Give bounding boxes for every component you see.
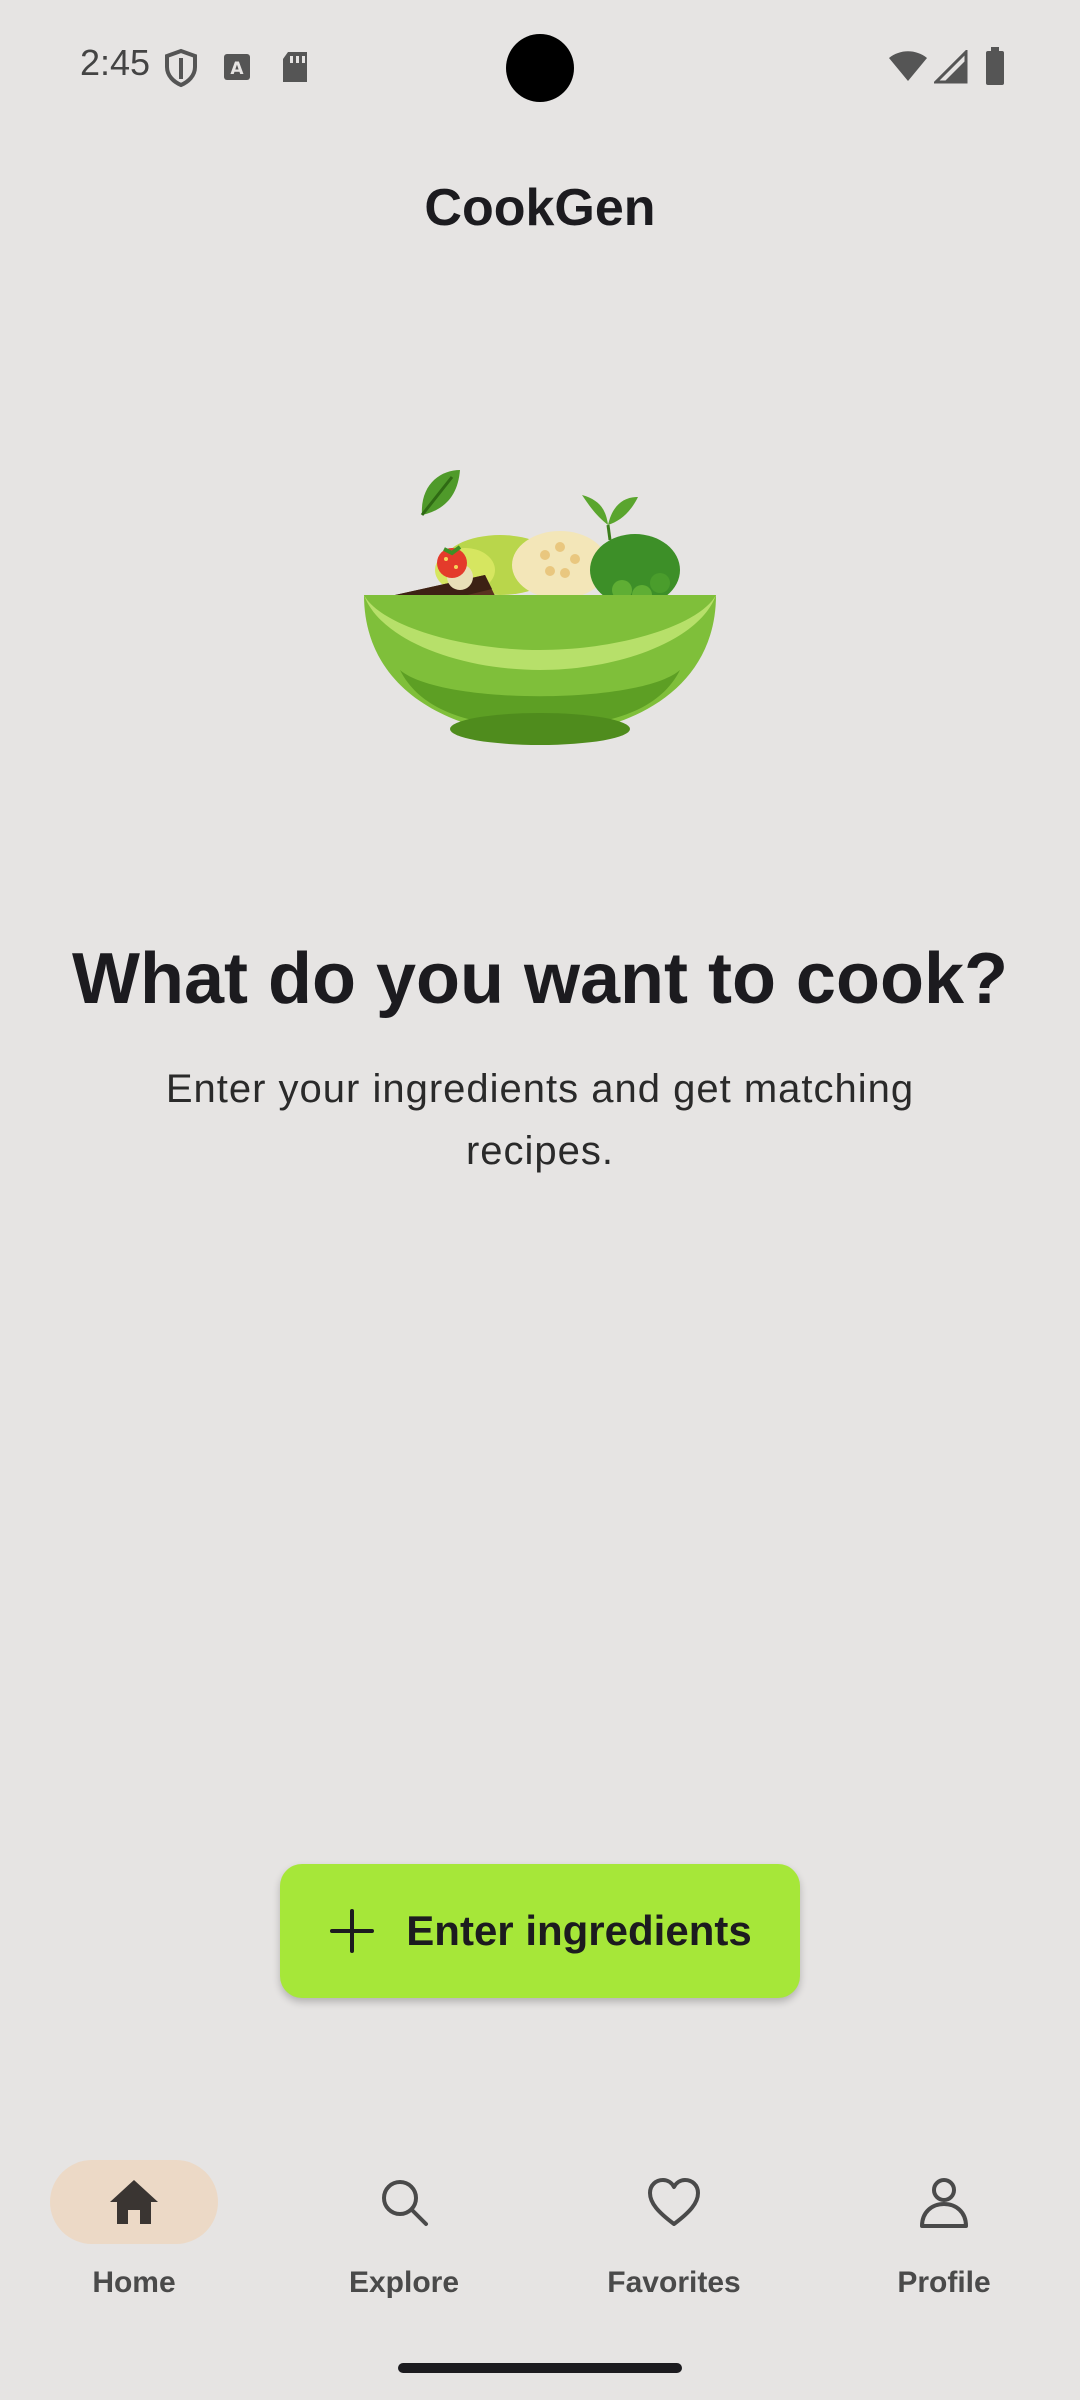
nav-label-home: Home xyxy=(92,2266,176,2299)
app-title: CookGen xyxy=(424,179,656,237)
home-icon xyxy=(110,2180,158,2224)
plus-icon xyxy=(330,1909,375,1953)
headline: What do you want to cook? xyxy=(72,939,1008,1019)
heart-icon xyxy=(648,2178,700,2226)
salad-bowl-illustration xyxy=(364,470,716,745)
gesture-navigation-bar[interactable] xyxy=(398,2363,682,2373)
status-bar: 2:45 A xyxy=(0,0,1080,136)
cellular-signal-icon xyxy=(934,50,968,84)
nav-item-explore[interactable]: Explore xyxy=(304,2160,504,2310)
shield-icon xyxy=(165,48,197,88)
bottom-navigation: Home Explore Favorites Profile xyxy=(0,2140,1080,2340)
nav-label-explore: Explore xyxy=(348,2266,460,2299)
svg-text:A: A xyxy=(230,59,244,79)
camera-cutout xyxy=(506,34,574,102)
nav-item-profile[interactable]: Profile xyxy=(844,2160,1044,2310)
status-time: 2:45 xyxy=(80,42,151,83)
nav-label-favorites: Favorites xyxy=(607,2266,741,2299)
nav-item-home[interactable]: Home xyxy=(34,2160,234,2310)
enter-ingredients-label: Enter ingredients xyxy=(406,1907,752,1954)
wifi-icon xyxy=(889,51,927,81)
enter-ingredients-button[interactable]: Enter ingredients xyxy=(280,1864,800,1998)
subtext: Enter your ingredients and get matching … xyxy=(165,1067,915,1173)
keyboard-a-icon: A xyxy=(224,54,250,80)
nav-label-profile: Profile xyxy=(897,2266,991,2299)
search-icon xyxy=(382,2180,428,2226)
sd-card-icon xyxy=(283,52,307,82)
nav-item-favorites[interactable]: Favorites xyxy=(574,2160,774,2310)
battery-icon xyxy=(986,47,1004,85)
person-icon xyxy=(920,2178,968,2228)
